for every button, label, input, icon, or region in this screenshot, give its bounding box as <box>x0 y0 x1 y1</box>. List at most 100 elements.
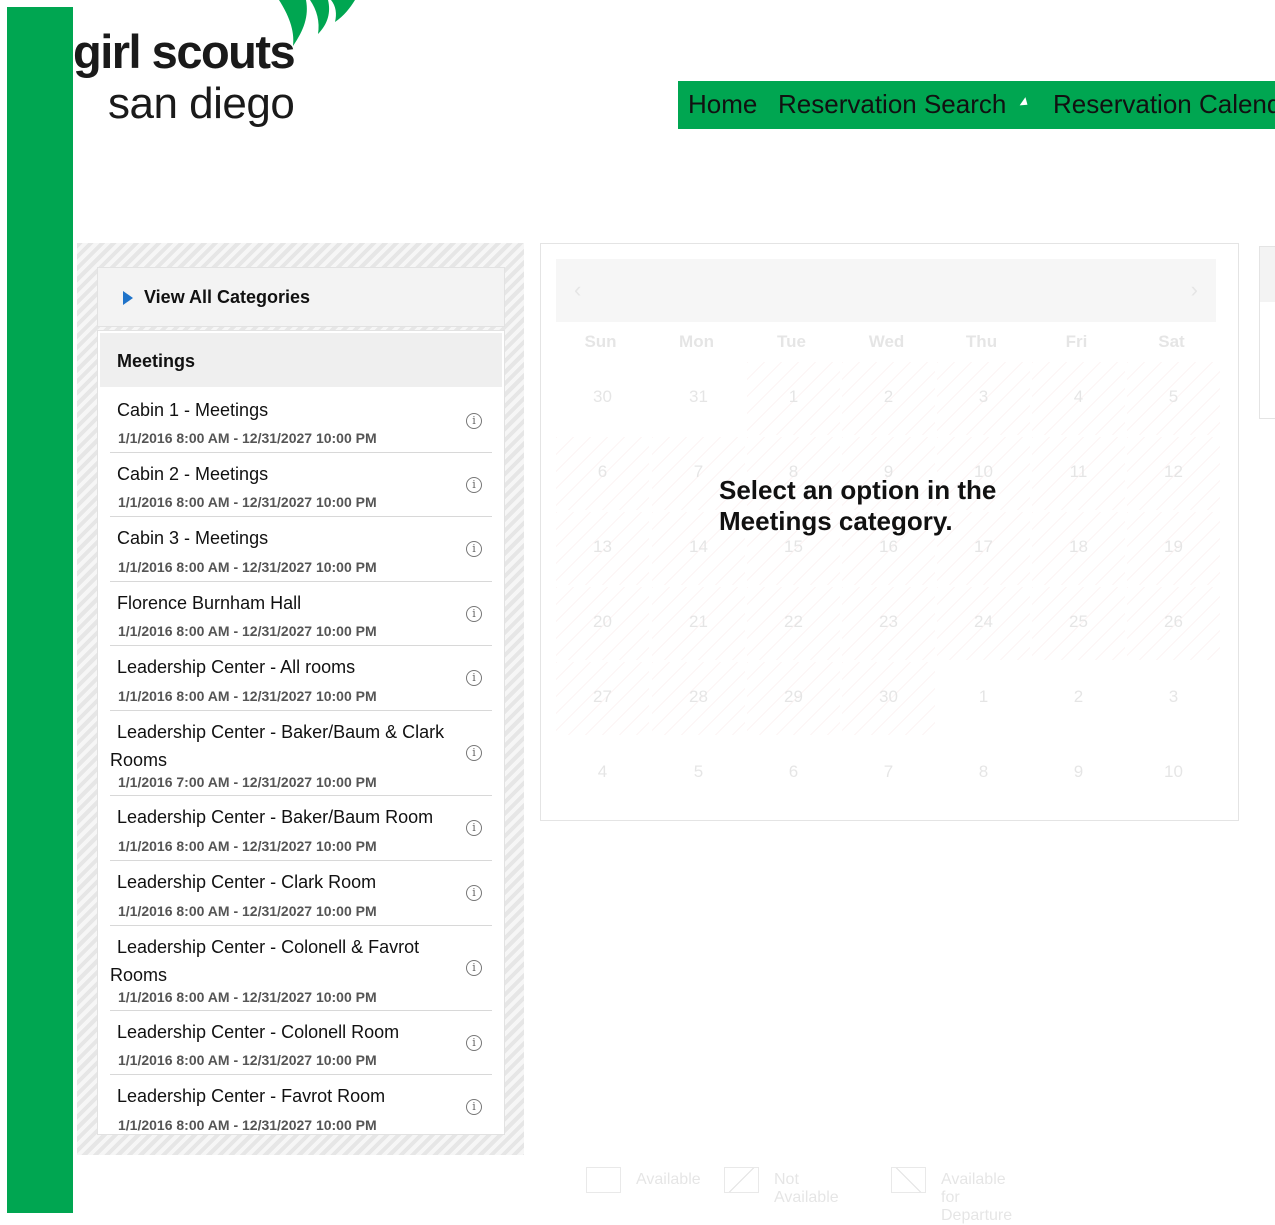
list-item[interactable]: Florence Burnham Hall 1/1/2016 8:00 AM -… <box>110 582 492 646</box>
calendar-day[interactable]: 12 <box>1127 437 1220 510</box>
next-month-icon[interactable]: › <box>1191 277 1198 303</box>
info-icon[interactable]: i <box>466 413 482 429</box>
calendar-day[interactable]: 6 <box>747 737 840 810</box>
calendar-day-number: 28 <box>689 687 708 706</box>
calendar-day[interactable]: 30 <box>556 362 649 435</box>
calendar-day[interactable]: 24 <box>937 587 1030 660</box>
calendar-day[interactable]: 23 <box>842 587 935 660</box>
calendar-day-number: 6 <box>597 462 608 481</box>
calendar-day[interactable]: 10 <box>1127 737 1220 810</box>
calendar-day-number: 19 <box>1164 537 1183 556</box>
calendar-day[interactable]: 18 <box>1032 512 1125 585</box>
info-icon[interactable]: i <box>466 1099 482 1115</box>
list-item[interactable]: Cabin 3 - Meetings 1/1/2016 8:00 AM - 12… <box>110 517 492 582</box>
calendar-day[interactable]: 4 <box>556 737 649 810</box>
info-icon[interactable]: i <box>466 820 482 836</box>
calendar-day[interactable]: 20 <box>556 587 649 660</box>
calendar-day[interactable]: 31 <box>652 362 745 435</box>
calendar-day[interactable]: 19 <box>1127 512 1220 585</box>
legend-not-available-label: Not Available <box>774 1171 839 1206</box>
side-panel-edge <box>1259 246 1275 419</box>
item-name: Leadership Center - Favrot Room <box>117 1086 386 1106</box>
select-option-message: Select an option in the Meetings categor… <box>719 475 996 537</box>
weekday-header: Thu <box>965 332 998 351</box>
item-dates: 1/1/2016 8:00 AM - 12/31/2027 10:00 PM <box>118 430 377 446</box>
calendar-day[interactable]: 1 <box>937 662 1030 735</box>
calendar-day[interactable]: 26 <box>1127 587 1220 660</box>
dropdown-caret-icon[interactable] <box>1019 97 1031 109</box>
view-all-categories-button[interactable]: View All Categories <box>97 267 505 327</box>
calendar-day-number: 1 <box>788 387 799 406</box>
nav-reservation-search[interactable]: Reservation Search <box>778 81 1006 129</box>
calendar-day[interactable]: 27 <box>556 662 649 735</box>
calendar-day[interactable]: 8 <box>937 737 1030 810</box>
info-icon[interactable]: i <box>466 541 482 557</box>
girl-scouts-logo[interactable]: girl scouts san diego <box>73 0 373 140</box>
calendar-day[interactable]: 7 <box>842 737 935 810</box>
info-icon[interactable]: i <box>466 1035 482 1051</box>
item-dates: 1/1/2016 8:00 AM - 12/31/2027 10:00 PM <box>118 623 377 639</box>
calendar-day[interactable]: 30 <box>842 662 935 735</box>
info-icon[interactable]: i <box>466 960 482 976</box>
weekday-header: Wed <box>868 332 905 351</box>
info-icon[interactable]: i <box>466 670 482 686</box>
calendar-day[interactable]: 2 <box>1032 662 1125 735</box>
list-item[interactable]: Cabin 1 - Meetings 1/1/2016 8:00 AM - 12… <box>110 389 492 453</box>
calendar-day[interactable]: 28 <box>652 662 745 735</box>
calendar-day-number: 5 <box>1168 387 1179 406</box>
calendar-day[interactable]: 21 <box>652 587 745 660</box>
list-item[interactable]: Leadership Center - Baker/Baum Room 1/1/… <box>110 796 492 861</box>
calendar-day[interactable]: 22 <box>747 587 840 660</box>
info-icon[interactable]: i <box>466 477 482 493</box>
item-name: Leadership Center - All rooms <box>117 657 356 677</box>
list-item[interactable]: Leadership Center - All rooms 1/1/2016 8… <box>110 646 492 711</box>
calendar-day-number: 3 <box>1168 687 1179 706</box>
nav-reservation-calendar[interactable]: Reservation Calendar <box>1053 81 1275 129</box>
calendar-day[interactable]: 29 <box>747 662 840 735</box>
list-item[interactable]: Leadership Center - Colonell & Favrot Ro… <box>110 926 492 1011</box>
expand-arrow-icon <box>123 291 133 305</box>
list-item[interactable]: Leadership Center - Clark Room 1/1/2016 … <box>110 861 492 926</box>
nav-home[interactable]: Home <box>688 81 757 129</box>
calendar-day[interactable]: 5 <box>652 737 745 810</box>
item-list: Cabin 1 - Meetings 1/1/2016 8:00 AM - 12… <box>110 389 492 1134</box>
item-dates: 1/1/2016 7:00 AM - 12/31/2027 10:00 PM <box>118 774 377 790</box>
logo-text-girl-scouts: girl scouts <box>73 25 296 78</box>
item-name: Cabin 2 - Meetings <box>117 464 269 484</box>
calendar-day[interactable]: 11 <box>1032 437 1125 510</box>
calendar-day-number: 7 <box>883 762 894 781</box>
list-item[interactable]: Cabin 2 - Meetings 1/1/2016 8:00 AM - 12… <box>110 453 492 517</box>
calendar-day[interactable]: 13 <box>556 512 649 585</box>
category-list: Meetings Cabin 1 - Meetings 1/1/2016 8:0… <box>97 330 505 1135</box>
legend-departure-swatch <box>891 1167 926 1193</box>
calendar-day[interactable]: 3 <box>937 362 1030 435</box>
list-item[interactable]: Leadership Center - Favrot Room 1/1/2016… <box>110 1075 492 1134</box>
legend-not-available-swatch <box>724 1167 759 1193</box>
side-panel-header <box>1260 247 1275 302</box>
category-header: Meetings <box>100 333 502 387</box>
calendar-day[interactable]: 5 <box>1127 362 1220 435</box>
calendar-day[interactable]: 4 <box>1032 362 1125 435</box>
calendar-day[interactable]: 9 <box>1032 737 1125 810</box>
calendar-day[interactable]: 3 <box>1127 662 1220 735</box>
weekday-header: Sat <box>1158 332 1185 351</box>
list-item[interactable]: Leadership Center - Colonell Room 1/1/20… <box>110 1011 492 1075</box>
info-icon[interactable]: i <box>466 885 482 901</box>
item-dates: 1/1/2016 8:00 AM - 12/31/2027 10:00 PM <box>118 989 377 1005</box>
legend-available-swatch <box>586 1167 621 1193</box>
view-all-categories-label: View All Categories <box>144 287 311 307</box>
list-item[interactable]: Leadership Center - Baker/Baum & Clark R… <box>110 711 492 796</box>
calendar-day[interactable]: 2 <box>842 362 935 435</box>
info-icon[interactable]: i <box>466 745 482 761</box>
prev-month-icon[interactable]: ‹ <box>574 277 581 303</box>
calendar-day-number: 11 <box>1069 462 1088 481</box>
select-option-message-line2: Meetings category. <box>719 506 953 536</box>
calendar-day[interactable]: 25 <box>1032 587 1125 660</box>
calendar-day-number: 13 <box>593 537 612 556</box>
calendar-day[interactable]: 6 <box>556 437 649 510</box>
calendar-day[interactable]: 1 <box>747 362 840 435</box>
calendar-day-number: 1 <box>978 687 989 706</box>
info-icon[interactable]: i <box>466 606 482 622</box>
weekday-header: Fri <box>1065 332 1088 351</box>
item-name: Florence Burnham Hall <box>117 593 302 613</box>
